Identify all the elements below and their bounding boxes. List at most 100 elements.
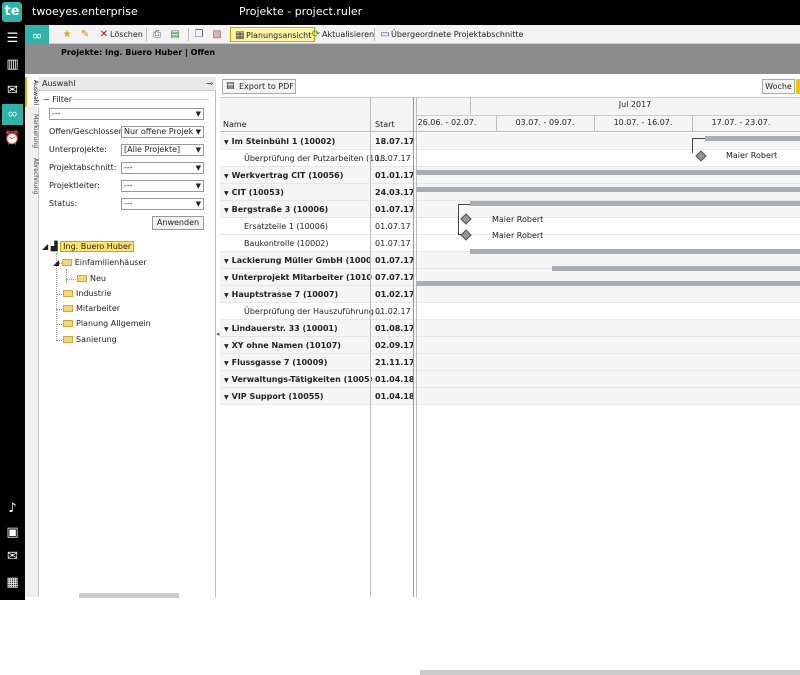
week-view-button[interactable]: Woche xyxy=(762,79,795,94)
copy-button[interactable]: ❐ xyxy=(193,27,205,42)
dependency-line xyxy=(692,138,705,153)
table-row[interactable]: ▼ Lindauerstr. 33 (10001) 01.08.17 xyxy=(220,320,800,337)
expand-icon[interactable]: ▼ xyxy=(224,321,229,337)
toolbar-divider xyxy=(146,28,147,41)
planning-view-button[interactable]: ▦Planungsansicht xyxy=(230,27,316,42)
gantt-bar[interactable] xyxy=(416,187,800,192)
pin-icon[interactable]: ⊸ xyxy=(206,77,213,91)
edit-button[interactable]: ✎ xyxy=(79,27,91,42)
expand-icon[interactable]: ▼ xyxy=(224,270,229,286)
filter-legend[interactable]: − Filter xyxy=(43,95,72,104)
expand-icon[interactable]: ▼ xyxy=(224,355,229,371)
table-row[interactable]: ▼ VIP Support (10055) 01.04.18 xyxy=(220,388,800,405)
milestone-label: Maier Robert xyxy=(492,215,544,224)
expand-icon[interactable]: ▼ xyxy=(224,134,229,150)
bell-icon[interactable]: ♪ xyxy=(2,498,23,519)
table-row[interactable]: ▼ Hauptstrasse 7 (10007) 01.02.17 xyxy=(220,286,800,303)
expand-icon[interactable]: ▼ xyxy=(224,202,229,218)
timeline-week: 10.07. - 16.07. xyxy=(613,118,673,127)
refresh-button[interactable]: ⟳ Aktualisieren xyxy=(310,27,374,42)
column-header-name[interactable]: Name xyxy=(223,120,247,129)
horizontal-scrollbar[interactable] xyxy=(420,670,800,675)
collapse-icon[interactable]: ◢ xyxy=(42,242,48,251)
subprojects-select[interactable]: [Alle Projekte] ▼ xyxy=(121,144,204,156)
row-start-date: 24.03.17 xyxy=(375,188,415,197)
org-chart-icon[interactable]: ▥ xyxy=(2,54,23,75)
parent-sections-button[interactable]: ▭Übergeordnete Projektabschnitte xyxy=(379,27,523,42)
export-pdf-button[interactable]: ▤ Export to PDF xyxy=(222,79,296,94)
panel-header: Auswahl ⊸ xyxy=(39,77,216,91)
grid-header: Name Start Jul 2017 26.06. - 02.07. 03.0… xyxy=(220,97,800,132)
tree-item-sanierung[interactable]: Sanierung xyxy=(63,334,117,346)
chat-icon[interactable]: ▣ xyxy=(2,522,23,543)
apply-button[interactable]: Anwenden xyxy=(152,216,204,230)
row-start-date: 01.07.17 xyxy=(375,222,411,231)
tree-item-mitarbeiter[interactable]: Mitarbeiter xyxy=(63,303,120,315)
print-button[interactable]: ⎙ xyxy=(151,27,163,42)
expand-icon[interactable]: ▼ xyxy=(224,389,229,405)
printer-icon: ⎙ xyxy=(153,29,161,40)
table-row[interactable]: Überprüfung der Putzarbeiten (10... 18.07… xyxy=(220,150,800,167)
favorite-button[interactable]: ★ xyxy=(61,27,73,42)
document-button[interactable]: ▧ xyxy=(211,27,223,42)
horizontal-scrollbar[interactable] xyxy=(79,593,179,598)
selection-panel: Auswahl ⊸ − Filter --- ▼ Offen/Geschlosse… xyxy=(39,77,216,598)
column-header-start[interactable]: Start xyxy=(375,120,395,129)
week-divider xyxy=(496,115,497,132)
gantt-bar[interactable] xyxy=(552,266,800,271)
table-row[interactable]: ▼ Flussgasse 7 (10009) 21.11.17 xyxy=(220,354,800,371)
row-start-date: 01.07.17 xyxy=(375,205,415,214)
folder-icon xyxy=(61,259,72,266)
project-section-select[interactable]: --- ▼ xyxy=(121,162,204,174)
menu-icon[interactable]: ☰ xyxy=(2,28,23,49)
mail-icon[interactable]: ✉ xyxy=(2,80,23,101)
row-start-date: 01.07.17 xyxy=(375,256,415,265)
timeline-week: 17.07. - 23.07. xyxy=(711,118,771,127)
gantt-bar[interactable] xyxy=(470,249,800,254)
pencil-icon: ✎ xyxy=(80,29,90,40)
tree-item-neu[interactable]: Neu xyxy=(77,273,106,285)
breadcrumb-bar: Projekte: Ing. Buero Huber | Offen xyxy=(25,44,800,74)
folder-icon xyxy=(63,305,73,312)
refresh-icon: ⟳ xyxy=(311,29,321,40)
status-select[interactable]: --- ▼ xyxy=(121,198,204,210)
delete-button[interactable]: ✕ Löschen xyxy=(98,27,143,42)
expand-icon[interactable]: ▼ xyxy=(224,338,229,354)
mail-check-icon[interactable]: ✉ xyxy=(2,546,23,567)
projects-icon[interactable]: ∞ xyxy=(2,104,23,125)
folder-icon xyxy=(77,275,87,282)
gantt-bar[interactable] xyxy=(416,170,800,175)
toolbar-divider xyxy=(374,28,375,41)
table-row[interactable]: ▼ XY ohne Namen (10107) 02.09.17 xyxy=(220,337,800,354)
chevron-down-icon: ▼ xyxy=(195,200,201,208)
close-icon: ✕ xyxy=(99,29,109,40)
toolbar: ★ ✎ ✕ Löschen ⎙ ▤ ❐ ▧ ▦Planungsansicht ⟳ A… xyxy=(49,25,800,44)
filter-top-select[interactable]: --- ▼ xyxy=(49,108,204,120)
expand-icon[interactable]: ▼ xyxy=(224,185,229,201)
collapse-icon[interactable]: ◢ xyxy=(53,258,59,267)
tab-abrechnung[interactable]: Abrechnung xyxy=(25,155,39,197)
row-start-date: 01.04.18 xyxy=(375,375,415,384)
tab-auswahl[interactable]: Auswahl xyxy=(25,77,39,107)
expand-icon[interactable]: ▼ xyxy=(224,168,229,184)
tree-root[interactable]: ◢ ▟ Ing. Buero Huber xyxy=(42,241,135,253)
expand-icon[interactable]: ▼ xyxy=(224,253,229,269)
alarm-clock-icon[interactable]: ⏰ xyxy=(2,128,23,149)
open-closed-select[interactable]: Nur offene Projek ▼ xyxy=(121,126,204,138)
gantt-bar[interactable] xyxy=(705,136,800,141)
table-row[interactable]: Überprüfung der Hauszuführung ... 01.02.1… xyxy=(220,303,800,320)
tree-item-einfamilienhaeuser[interactable]: ◢ Einfamilienhäuser xyxy=(53,257,147,269)
folder-icon xyxy=(63,336,73,343)
expand-icon[interactable]: ▼ xyxy=(224,287,229,303)
calendar-icon[interactable]: ▦ xyxy=(2,572,23,593)
tab-markierung[interactable]: Markierung xyxy=(25,110,39,152)
gantt-bar[interactable] xyxy=(416,281,800,286)
gantt-bar[interactable] xyxy=(470,201,800,206)
table-row[interactable]: ▼ Verwaltungs-Tätigkeiten (10054) 01.04.18 xyxy=(220,371,800,388)
tree-item-industrie[interactable]: Industrie xyxy=(63,288,111,300)
export-excel-button[interactable]: ▤ xyxy=(169,27,181,42)
tree-item-planung-allgemein[interactable]: Planung Allgemein xyxy=(63,318,151,330)
project-lead-select[interactable]: --- ▼ xyxy=(121,180,204,192)
row-start-date: 01.07.17 xyxy=(375,239,411,248)
expand-icon[interactable]: ▼ xyxy=(224,372,229,388)
